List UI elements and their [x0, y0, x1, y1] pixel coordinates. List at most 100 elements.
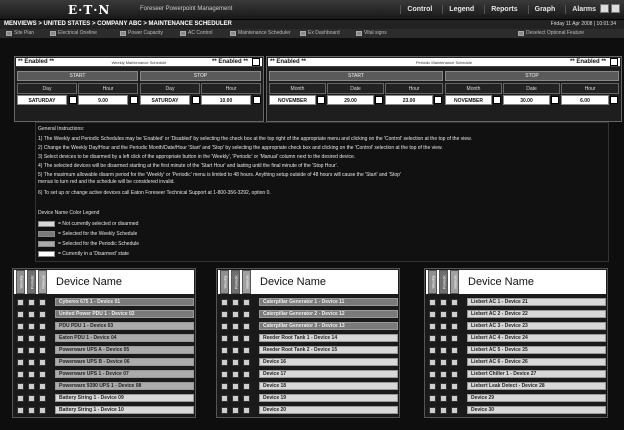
nav-control[interactable]: Control — [400, 5, 438, 14]
device-periodic-select-button[interactable] — [28, 395, 35, 402]
device-manual-select-button[interactable] — [39, 335, 46, 342]
weekly-start-hour-checkbox[interactable] — [130, 96, 138, 104]
tool-electrical-oneline[interactable]: Electrical Oneline — [50, 30, 97, 36]
device-manual-select-button[interactable] — [243, 311, 250, 318]
column-tab-weekly[interactable]: Weekly — [220, 270, 229, 294]
device-weekly-select-button[interactable] — [221, 395, 228, 402]
weekly-enable-checkbox[interactable] — [252, 58, 260, 66]
device-periodic-select-button[interactable] — [440, 407, 447, 414]
device-weekly-select-button[interactable] — [429, 311, 436, 318]
device-weekly-select-button[interactable] — [429, 395, 436, 402]
device-weekly-select-button[interactable] — [17, 383, 24, 390]
device-periodic-select-button[interactable] — [232, 383, 239, 390]
device-periodic-select-button[interactable] — [28, 311, 35, 318]
device-manual-select-button[interactable] — [451, 395, 458, 402]
device-weekly-select-button[interactable] — [17, 407, 24, 414]
periodic-start-date[interactable]: 29.00 — [327, 95, 374, 105]
device-name-cell[interactable]: Liebert AC 3 - Device 23 — [467, 322, 606, 330]
device-weekly-select-button[interactable] — [17, 323, 24, 330]
device-weekly-select-button[interactable] — [221, 335, 228, 342]
column-tab-manual[interactable]: Manual — [242, 270, 251, 294]
periodic-start-hour[interactable]: 23.00 — [385, 95, 433, 105]
device-periodic-select-button[interactable] — [232, 335, 239, 342]
device-periodic-select-button[interactable] — [28, 347, 35, 354]
device-manual-select-button[interactable] — [243, 335, 250, 342]
device-weekly-select-button[interactable] — [429, 383, 436, 390]
periodic-start-hour-checkbox[interactable] — [434, 96, 442, 104]
device-periodic-select-button[interactable] — [232, 299, 239, 306]
weekly-stop-day[interactable]: SATURDAY — [140, 95, 190, 105]
device-periodic-select-button[interactable] — [232, 311, 239, 318]
periodic-stop-hour[interactable]: 6.00 — [561, 95, 609, 105]
device-periodic-select-button[interactable] — [440, 395, 447, 402]
device-weekly-select-button[interactable] — [17, 335, 24, 342]
device-periodic-select-button[interactable] — [28, 359, 35, 366]
device-weekly-select-button[interactable] — [17, 299, 24, 306]
periodic-start-date-checkbox[interactable] — [375, 96, 383, 104]
device-periodic-select-button[interactable] — [232, 323, 239, 330]
nav-alarms[interactable]: Alarms — [565, 5, 602, 14]
weekly-start-hour[interactable]: 9.00 — [78, 95, 128, 105]
tool-vital-signs[interactable]: Vital signs — [356, 30, 387, 36]
periodic-start-month[interactable]: NOVEMBER — [269, 95, 316, 105]
device-name-cell[interactable]: Reeder Root Tank 2 - Device 15 — [259, 346, 398, 354]
periodic-stop-button[interactable]: STOP — [445, 71, 619, 81]
device-periodic-select-button[interactable] — [440, 371, 447, 378]
device-weekly-select-button[interactable] — [17, 359, 24, 366]
tool-maintenance-scheduler[interactable]: Maintenance Scheduler — [230, 30, 291, 36]
device-periodic-select-button[interactable] — [28, 371, 35, 378]
column-tab-periodic[interactable]: Periodic — [27, 270, 36, 294]
device-manual-select-button[interactable] — [243, 299, 250, 306]
device-weekly-select-button[interactable] — [17, 347, 24, 354]
device-manual-select-button[interactable] — [39, 371, 46, 378]
device-weekly-select-button[interactable] — [17, 371, 24, 378]
device-manual-select-button[interactable] — [451, 407, 458, 414]
weekly-stop-button[interactable]: STOP — [140, 71, 261, 81]
device-name-cell[interactable]: Cyberex 675 1 - Device 01 — [55, 298, 194, 306]
device-weekly-select-button[interactable] — [429, 299, 436, 306]
device-weekly-select-button[interactable] — [221, 323, 228, 330]
device-name-cell[interactable]: United Power PDU 1 - Device 02 — [55, 310, 194, 318]
alarm-indicator-icon[interactable] — [600, 4, 609, 13]
device-weekly-select-button[interactable] — [429, 371, 436, 378]
periodic-stop-date[interactable]: 30.00 — [503, 95, 550, 105]
device-periodic-select-button[interactable] — [232, 395, 239, 402]
tool-ex-dashboard[interactable]: Ex Dashboard — [300, 30, 340, 36]
weekly-start-day-checkbox[interactable] — [69, 96, 77, 104]
column-tab-periodic[interactable]: Periodic — [439, 270, 448, 294]
device-name-cell[interactable]: Liebert AC 6 - Device 26 — [467, 358, 606, 366]
device-manual-select-button[interactable] — [39, 407, 46, 414]
device-periodic-select-button[interactable] — [232, 371, 239, 378]
device-periodic-select-button[interactable] — [440, 359, 447, 366]
periodic-stop-month-checkbox[interactable] — [493, 96, 501, 104]
tool-power-capacity[interactable]: Power Capacity — [120, 30, 163, 36]
periodic-stop-date-checkbox[interactable] — [551, 96, 559, 104]
device-weekly-select-button[interactable] — [429, 335, 436, 342]
device-name-cell[interactable]: Liebert AC 1 - Device 21 — [467, 298, 606, 306]
device-name-cell[interactable]: Device 29 — [467, 394, 606, 402]
device-periodic-select-button[interactable] — [440, 383, 447, 390]
device-weekly-select-button[interactable] — [429, 407, 436, 414]
device-weekly-select-button[interactable] — [221, 311, 228, 318]
device-weekly-select-button[interactable] — [221, 347, 228, 354]
weekly-stop-hour-checkbox[interactable] — [253, 96, 261, 104]
device-weekly-select-button[interactable] — [221, 383, 228, 390]
column-tab-manual[interactable]: Manual — [450, 270, 459, 294]
tool-deselect-optional[interactable]: Deselect Optional Feature — [518, 30, 584, 36]
device-name-cell[interactable]: Battery String 1 - Device 09 — [55, 394, 194, 402]
device-periodic-select-button[interactable] — [28, 407, 35, 414]
column-tab-weekly[interactable]: Weekly — [16, 270, 25, 294]
device-weekly-select-button[interactable] — [429, 347, 436, 354]
device-manual-select-button[interactable] — [39, 395, 46, 402]
device-weekly-select-button[interactable] — [17, 311, 24, 318]
device-manual-select-button[interactable] — [39, 323, 46, 330]
window-close-icon[interactable] — [611, 4, 620, 13]
nav-graph[interactable]: Graph — [527, 5, 562, 14]
device-manual-select-button[interactable] — [243, 395, 250, 402]
device-name-cell[interactable]: Reeder Root Tank 1 - Device 14 — [259, 334, 398, 342]
tool-site-plan[interactable]: Site Plan — [6, 30, 34, 36]
device-manual-select-button[interactable] — [243, 347, 250, 354]
device-weekly-select-button[interactable] — [221, 299, 228, 306]
device-periodic-select-button[interactable] — [440, 335, 447, 342]
device-manual-select-button[interactable] — [39, 299, 46, 306]
